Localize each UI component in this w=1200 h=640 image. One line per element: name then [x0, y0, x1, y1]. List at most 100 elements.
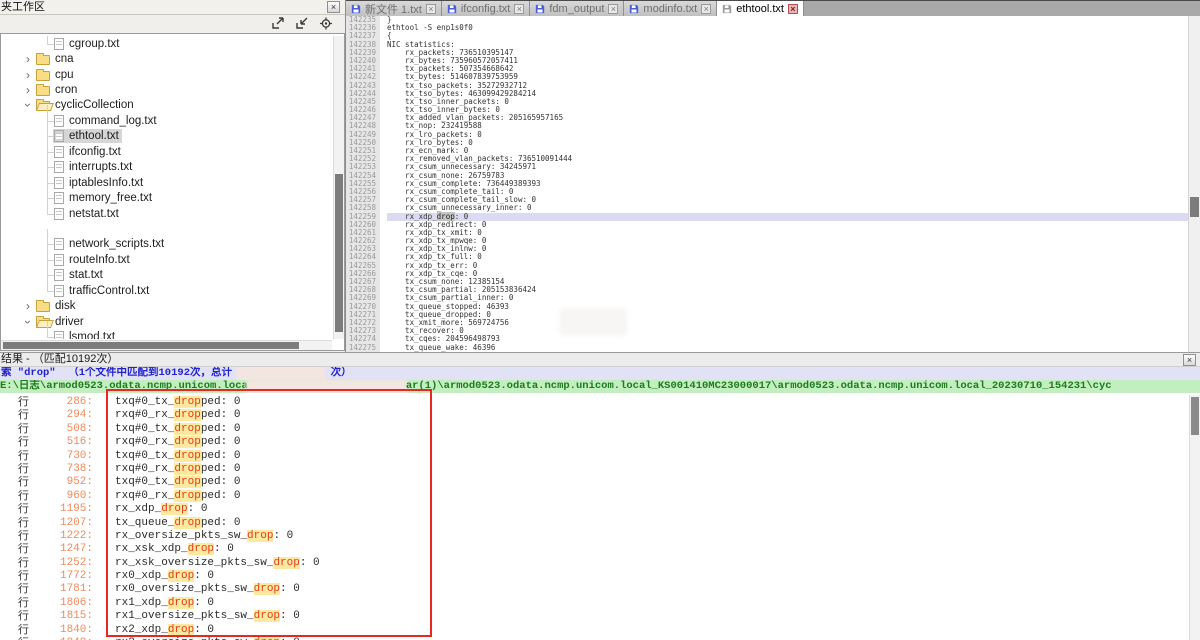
close-results-icon[interactable]: × [1183, 354, 1196, 366]
row-line-number: 1247: [29, 543, 93, 556]
row-line-label: 行 [18, 423, 29, 436]
locate-current-file-icon[interactable] [319, 17, 333, 30]
row-line-label: 行 [18, 557, 29, 570]
result-row[interactable]: 行 952: txq#0_tx_dropped: 0 [0, 476, 1188, 489]
result-file-path-line[interactable]: E:\日志\armod0523.odata.ncmp.unicom.loca a… [0, 380, 1200, 393]
file-icon [54, 269, 64, 281]
tree-item[interactable]: › cgroup.txt [1, 36, 332, 51]
tree-item[interactable]: › lsmod.txt [1, 329, 332, 339]
result-row[interactable]: 行 1840: rx2_xdp_drop: 0 [0, 624, 1188, 637]
tree-item-label: cpu [55, 69, 74, 81]
tree-item-label: network_scripts.txt [69, 238, 164, 250]
expander-chevron-icon[interactable]: › [22, 315, 34, 329]
row-line-label: 行 [18, 530, 29, 543]
file-icon [54, 161, 64, 173]
result-row[interactable]: 行 1252: rx_xsk_oversize_pkts_sw_drop: 0 [0, 557, 1188, 570]
fold-margin [380, 147, 387, 155]
result-row[interactable]: 行 1247: rx_xsk_xdp_drop: 0 [0, 543, 1188, 556]
editor-tab[interactable]: fdm_output × [530, 1, 624, 16]
close-tab-icon[interactable]: × [514, 4, 524, 14]
scrollbar-thumb[interactable] [335, 174, 343, 332]
row-line-number: 1815: [29, 610, 93, 623]
editor-line-text: rx_xdp_redirect: 0 [387, 221, 1188, 229]
fold-margin [380, 73, 387, 81]
match-highlight: drop [174, 490, 200, 502]
tree-item[interactable]: › netstat.txt [1, 206, 332, 221]
tree-item-label: routeInfo.txt [69, 254, 130, 266]
result-text: rx0_oversize_pkts_sw_drop: 0 [115, 583, 300, 596]
close-tab-icon[interactable]: × [426, 4, 436, 14]
scrollbar-thumb[interactable] [1191, 397, 1199, 435]
result-row[interactable]: 行 294: rxq#0_rx_dropped: 0 [0, 409, 1188, 422]
folder-icon [36, 302, 50, 312]
result-row[interactable]: 行 960: rxq#0_rx_dropped: 0 [0, 490, 1188, 503]
close-panel-icon[interactable]: × [327, 1, 340, 13]
scrollbar-thumb[interactable] [1190, 197, 1199, 217]
fold-margin [380, 278, 387, 286]
result-row[interactable]: 行 1781: rx0_oversize_pkts_sw_drop: 0 [0, 583, 1188, 596]
collapse-all-icon[interactable] [295, 17, 309, 30]
tree-horizontal-scrollbar[interactable] [1, 340, 332, 350]
fold-margin [380, 180, 387, 188]
file-tree-rows: › cgroup.txt › cna › [1, 36, 332, 339]
result-row[interactable]: 行 508: txq#0_tx_dropped: 0 [0, 423, 1188, 436]
expander-chevron-icon[interactable]: › [21, 69, 35, 81]
expand-all-icon[interactable] [271, 17, 285, 30]
result-row[interactable]: 行 1815: rx1_oversize_pkts_sw_drop: 0 [0, 610, 1188, 623]
row-line-label: 行 [18, 396, 29, 409]
tree-item[interactable]: › cna [1, 51, 332, 66]
editor-vertical-scrollbar[interactable] [1188, 16, 1200, 352]
file-icon [54, 285, 64, 297]
result-row[interactable]: 行 730: txq#0_tx_dropped: 0 [0, 450, 1188, 463]
tree-item[interactable]: › cpu [1, 67, 332, 82]
editor-tab[interactable]: 新文件 1.txt × [346, 1, 442, 16]
result-row[interactable]: 行 1207: tx_queue_dropped: 0 [0, 517, 1188, 530]
tree-item[interactable]: › trafficControl.txt [1, 283, 332, 298]
editor-line: 142237 { [346, 32, 1188, 40]
expander-chevron-icon[interactable]: › [21, 300, 35, 312]
expander-chevron-icon[interactable]: › [21, 53, 35, 65]
editor-tab[interactable]: ifconfig.txt × [442, 1, 531, 16]
editor-line-text: tx_queue_stopped: 46393 [387, 303, 1188, 311]
editor[interactable]: 142235 } 142236 ethtool -S enp1s0f0 1422… [346, 16, 1188, 352]
fold-margin [380, 155, 387, 163]
fold-margin [380, 24, 387, 32]
fold-margin [380, 163, 387, 171]
tree-item-label: cna [55, 53, 74, 65]
tree-item-label: command_log.txt [69, 115, 157, 127]
expander-chevron-icon[interactable]: › [22, 98, 34, 112]
workspace-panel: 夹工作区 × › cgroup.txt [0, 0, 345, 352]
tree-item[interactable]: › disk [1, 298, 332, 313]
row-line-number: 1252: [29, 557, 93, 570]
match-highlight: drop [254, 610, 280, 622]
match-highlight: drop [168, 597, 194, 609]
result-text: rx0_xdp_drop: 0 [115, 570, 214, 583]
results-vertical-scrollbar[interactable] [1189, 395, 1200, 640]
result-row[interactable]: 行 516: rxq#0_rx_dropped: 0 [0, 436, 1188, 449]
result-row[interactable]: 行 738: rxq#0_rx_dropped: 0 [0, 463, 1188, 476]
close-tab-icon[interactable]: × [608, 4, 618, 14]
result-row[interactable]: 行 1772: rx0_xdp_drop: 0 [0, 570, 1188, 583]
fold-margin [380, 16, 387, 24]
close-tab-icon[interactable]: × [788, 4, 798, 14]
tree-vertical-scrollbar[interactable] [333, 36, 344, 339]
editor-tab[interactable]: modinfo.txt × [624, 1, 717, 16]
fold-margin [380, 139, 387, 147]
fold-margin [380, 32, 387, 40]
editor-line-text: { [387, 32, 1188, 40]
result-row[interactable]: 行 1222: rx_oversize_pkts_sw_drop: 0 [0, 530, 1188, 543]
close-tab-icon[interactable]: × [701, 4, 711, 14]
fold-margin [380, 204, 387, 212]
result-row[interactable]: 行 1806: rx1_xdp_drop: 0 [0, 597, 1188, 610]
line-number: 142275 [346, 344, 380, 352]
search-summary-line[interactable]: 索 "drop" （1个文件中匹配到10192次，总计 次） [0, 367, 1200, 380]
result-row[interactable]: 行 286: txq#0_tx_dropped: 0 [0, 396, 1188, 409]
result-text: txq#0_tx_dropped: 0 [115, 423, 240, 436]
result-row[interactable]: 行 1195: rx_xdp_drop: 0 [0, 503, 1188, 516]
editor-tab[interactable]: ethtool.txt × [717, 1, 804, 16]
scrollbar-thumb[interactable] [3, 342, 299, 349]
fold-margin [380, 319, 387, 327]
tree-item[interactable]: › cron [1, 82, 332, 97]
save-icon [629, 4, 639, 14]
expander-chevron-icon[interactable]: › [21, 84, 35, 96]
